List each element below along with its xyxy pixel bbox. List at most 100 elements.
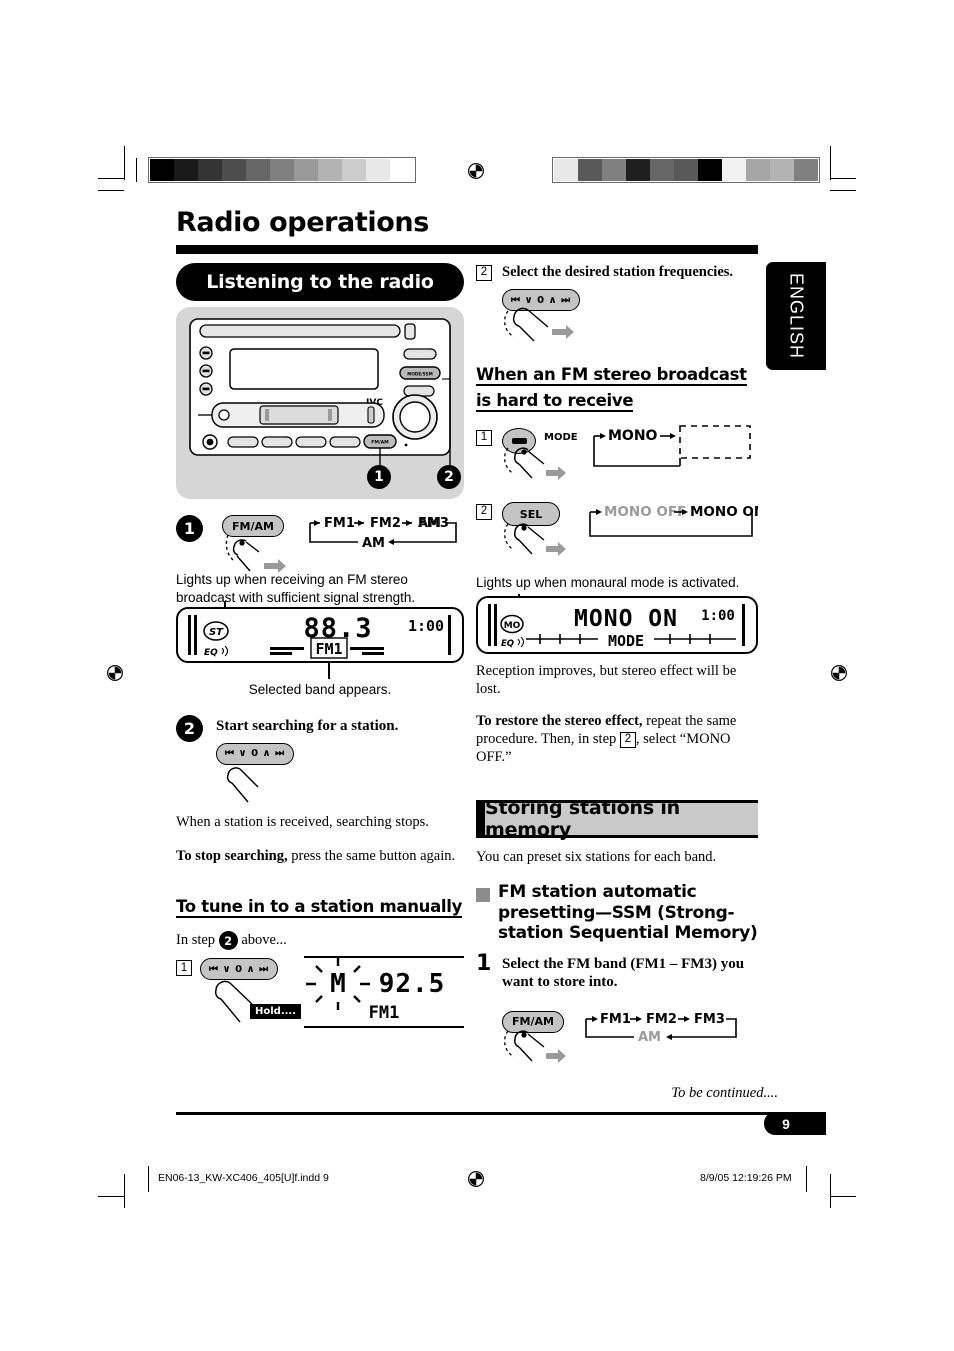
crop-mark-top-right-h2 <box>830 190 856 192</box>
section-header-storing-label: Storing stations in memory <box>485 797 680 842</box>
crop-mark-top-left-v2 <box>136 158 138 182</box>
footer-rule-left <box>148 1166 150 1192</box>
svg-text:1:00: 1:00 <box>408 617 444 635</box>
title-divider <box>176 245 758 254</box>
svg-text:92.5: 92.5 <box>379 969 446 999</box>
svg-text:EQ: EQ <box>204 648 218 658</box>
fm-hard-substep-2: 2 SEL MONO OFF MONO ON <box>476 502 758 564</box>
section-header-listening-label: Listening to the radio <box>206 271 434 293</box>
crop-mark-top-right-h <box>830 178 856 180</box>
language-tab-label: ENGLISH <box>786 272 807 360</box>
crop-mark-bottom-right-h <box>830 1196 856 1198</box>
svg-text:ST: ST <box>209 627 224 638</box>
fm-hard-substep-1-number: 1 <box>476 430 492 447</box>
step-2-block: 2 Start searching for a station. ⏮ ∨ 0 ∧… <box>176 713 464 873</box>
tap-finger-icon <box>226 766 259 802</box>
mono-onoff-flow-diagram: MONO OFF MONO ON <box>589 504 758 537</box>
head-unit-illustration: MODE/SSM JVC <box>176 307 464 499</box>
sel-button-label: SEL <box>519 507 543 521</box>
footer-timestamp: 8/9/05 12:19:26 PM <box>700 1172 792 1184</box>
step-1-caption: Selected band appears. <box>248 682 392 697</box>
ssm-step-1-heading: Select the FM band (FM1 – FM3) you want … <box>502 955 745 991</box>
svg-text:FM3: FM3 <box>694 1012 725 1027</box>
seek-button-label: ⏮ ∨ 0 ∧ ⏭ <box>225 748 285 760</box>
calibration-swatch <box>222 159 246 181</box>
seek-hold-button[interactable]: ⏮ ∨ 0 ∧ ⏭ <box>200 958 278 981</box>
right-step-2-block: 2 Select the desired station frequencies… <box>476 263 758 342</box>
left-column: Listening to the radio MODE/SSM FM/AM 1 … <box>176 263 464 1048</box>
right-column: 2 Select the desired station frequencies… <box>476 263 758 1065</box>
calibration-swatch <box>246 159 270 181</box>
fm-hard-heading-wrap: When an FM stereo broadcast is hard to r… <box>476 363 758 414</box>
crop-mark-top-right-v <box>830 146 832 180</box>
svg-text:FM2: FM2 <box>370 516 401 531</box>
crop-mark-bottom-right-v <box>830 1174 832 1208</box>
calibration-swatch <box>794 159 818 181</box>
registration-mark-right <box>828 662 850 684</box>
crop-mark-top-left-h <box>98 178 124 180</box>
crop-mark-bottom-left-v <box>124 1174 126 1208</box>
restore-stereo-bold: To restore the stereo effect, <box>476 712 643 729</box>
fm-hard-substep-2-number: 2 <box>476 504 492 521</box>
manual-tune-block: 1 ⏮ ∨ 0 ∧ ⏭ Hold.... M 92.5 FM1 <box>176 956 464 1048</box>
calibration-swatch <box>626 159 650 181</box>
registration-mark-bottom <box>465 1168 487 1190</box>
page-number: 9 <box>764 1112 826 1135</box>
calibration-swatch <box>770 159 794 181</box>
language-tab: ENGLISH <box>766 262 826 370</box>
svg-text:AM: AM <box>362 536 385 551</box>
crop-mark-bottom-left-h <box>98 1196 124 1198</box>
svg-text:FM1: FM1 <box>600 1012 631 1027</box>
step-2-body-1: When a station is received, searching st… <box>176 813 429 830</box>
mono-after-note: Reception improves, but stereo effect wi… <box>476 662 737 697</box>
hold-badge: Hold.... <box>250 1004 302 1020</box>
crop-mark-top-left-h2 <box>98 190 124 192</box>
lcd-display-mono-on: MO EQ MONO ON 1:00 MODE <box>476 595 758 654</box>
registration-mark-left <box>104 662 126 684</box>
calibration-swatch <box>746 159 770 181</box>
calibration-swatch <box>578 159 602 181</box>
svg-text:1:00: 1:00 <box>701 608 735 624</box>
manual-tune-intro-after: above... <box>237 932 287 949</box>
band-flow-diagram-ssm: FM1 FM2 FM3 AM <box>576 1009 744 1060</box>
manual-tune-intro-before: In step <box>176 932 219 949</box>
manual-tune-intro-step: 2 <box>218 931 238 951</box>
svg-text:MONO OFF: MONO OFF <box>604 504 686 520</box>
footer-divider <box>176 1112 826 1115</box>
restore-stereo-step: 2 <box>619 731 636 748</box>
color-calibration-strip-right <box>552 157 820 183</box>
svg-text:FM3: FM3 <box>418 516 449 531</box>
calibration-swatch <box>174 159 198 181</box>
page-title: Radio operations <box>176 207 429 238</box>
step-1-block: 1 FM/AM FM1 FM2 AM FM3 FM3 AM Lights up … <box>176 513 464 605</box>
right-step-2-heading: Select the desired station frequencies. <box>502 264 734 280</box>
section-header-listening: Listening to the radio <box>176 263 464 301</box>
mono-display-block: MO EQ MONO ON 1:00 MODE <box>476 593 758 654</box>
step-2-body-2-rest: press the same button again. <box>287 847 456 864</box>
right-step-2-number: 2 <box>476 265 492 281</box>
svg-text:MODE/SSM: MODE/SSM <box>407 372 433 377</box>
calibration-swatch <box>342 159 366 181</box>
calibration-swatch <box>674 159 698 181</box>
press-hold-finger-icon <box>503 307 574 342</box>
calibration-swatch <box>698 159 722 181</box>
svg-text:FM1: FM1 <box>315 640 342 658</box>
calibration-swatch <box>150 159 174 181</box>
footer-filename: EN06-13_KW-XC406_405[U]f.indd 9 <box>158 1172 329 1184</box>
calibration-swatch <box>294 159 318 181</box>
lcd-display-manual: M 92.5 FM1 <box>304 956 464 1029</box>
manual-page: Radio operations ENGLISH Listening to th… <box>0 0 954 1351</box>
restore-stereo-note: To restore the stereo effect, repeat the… <box>476 712 758 766</box>
calibration-swatch <box>390 159 414 181</box>
seek-hold-button-label: ⏮ ∨ 0 ∧ ⏭ <box>209 963 269 975</box>
calibration-swatch <box>270 159 294 181</box>
manual-tune-substep-number: 1 <box>176 960 192 977</box>
lcd-display-fm1: ST EQ 88.3 1:00 FM1 <box>176 607 464 663</box>
section-header-storing: Storing stations in memory <box>476 797 758 842</box>
registration-mark-top <box>465 160 487 182</box>
seek-button[interactable]: ⏮ ∨ 0 ∧ ⏭ <box>216 742 294 765</box>
calibration-swatch <box>318 159 342 181</box>
fm-am-button-ssm-label: FM/AM <box>512 1015 554 1029</box>
frequency-select-button-label: ⏮ ∨ 0 ∧ ⏭ <box>511 294 571 306</box>
press-finger-icon-ssm <box>503 1030 566 1063</box>
